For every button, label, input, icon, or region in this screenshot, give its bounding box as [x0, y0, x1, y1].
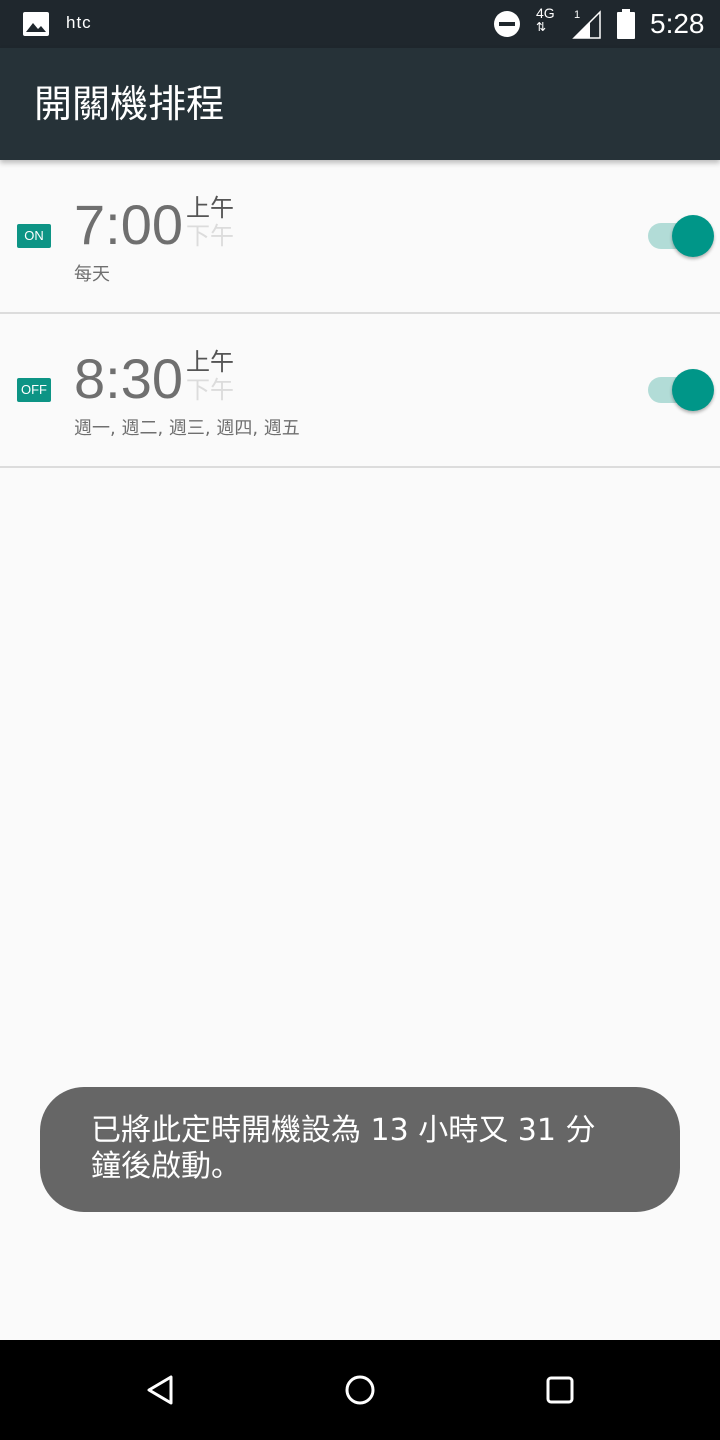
am-label: 上午	[186, 348, 234, 376]
schedule-list: ON 7:00 上午 下午 每天 OFF 8:30 上午 下午 週一, 週二, …	[0, 160, 720, 468]
signal-icon: 1	[572, 9, 601, 39]
am-label: 上午	[186, 194, 234, 222]
page-title: 開關機排程	[34, 82, 225, 126]
image-icon	[23, 12, 49, 36]
battery-icon	[617, 9, 635, 39]
recents-icon[interactable]	[543, 1373, 577, 1407]
schedule-row-off[interactable]: OFF 8:30 上午 下午 週一, 週二, 週三, 週四, 週五	[0, 314, 720, 468]
network-indicator: 4G ⇅	[536, 6, 555, 34]
app-bar: 開關機排程	[0, 48, 720, 160]
schedule-repeat-days: 週一, 週二, 週三, 週四, 週五	[74, 418, 300, 439]
schedule-time[interactable]: 7:00	[74, 190, 183, 260]
power-on-badge: ON	[17, 224, 51, 248]
status-bar: htc 4G ⇅ 1 5:28	[0, 0, 720, 48]
power-off-badge: OFF	[17, 378, 51, 402]
schedule-row-on[interactable]: ON 7:00 上午 下午 每天	[0, 160, 720, 314]
schedule-time[interactable]: 8:30	[74, 344, 183, 414]
am-pm-indicator: 上午 下午	[186, 348, 234, 404]
schedule-toggle-on[interactable]	[648, 215, 714, 257]
toast-message: 已將此定時開機設為 13 小時又 31 分 鐘後啟動。	[40, 1087, 680, 1212]
toast-line-2: 鐘後啟動。	[91, 1149, 241, 1184]
am-pm-indicator: 上午 下午	[186, 194, 234, 250]
carrier-label: htc	[66, 13, 92, 32]
schedule-toggle-off[interactable]	[648, 369, 714, 411]
toggle-thumb	[672, 215, 714, 257]
home-icon[interactable]	[343, 1373, 377, 1407]
toast-line-1: 已將此定時開機設為 13 小時又 31 分	[91, 1113, 596, 1148]
back-icon[interactable]	[143, 1373, 177, 1407]
network-type-label: 4G	[536, 5, 555, 21]
do-not-disturb-icon	[494, 11, 520, 37]
status-clock: 5:28	[650, 8, 705, 39]
data-activity-icon: ⇅	[536, 20, 546, 34]
sim-slot-label: 1	[574, 9, 580, 21]
toggle-thumb	[672, 369, 714, 411]
pm-label: 下午	[186, 222, 234, 250]
navigation-bar	[0, 1340, 720, 1440]
schedule-repeat-days: 每天	[74, 264, 110, 285]
pm-label: 下午	[186, 376, 234, 404]
